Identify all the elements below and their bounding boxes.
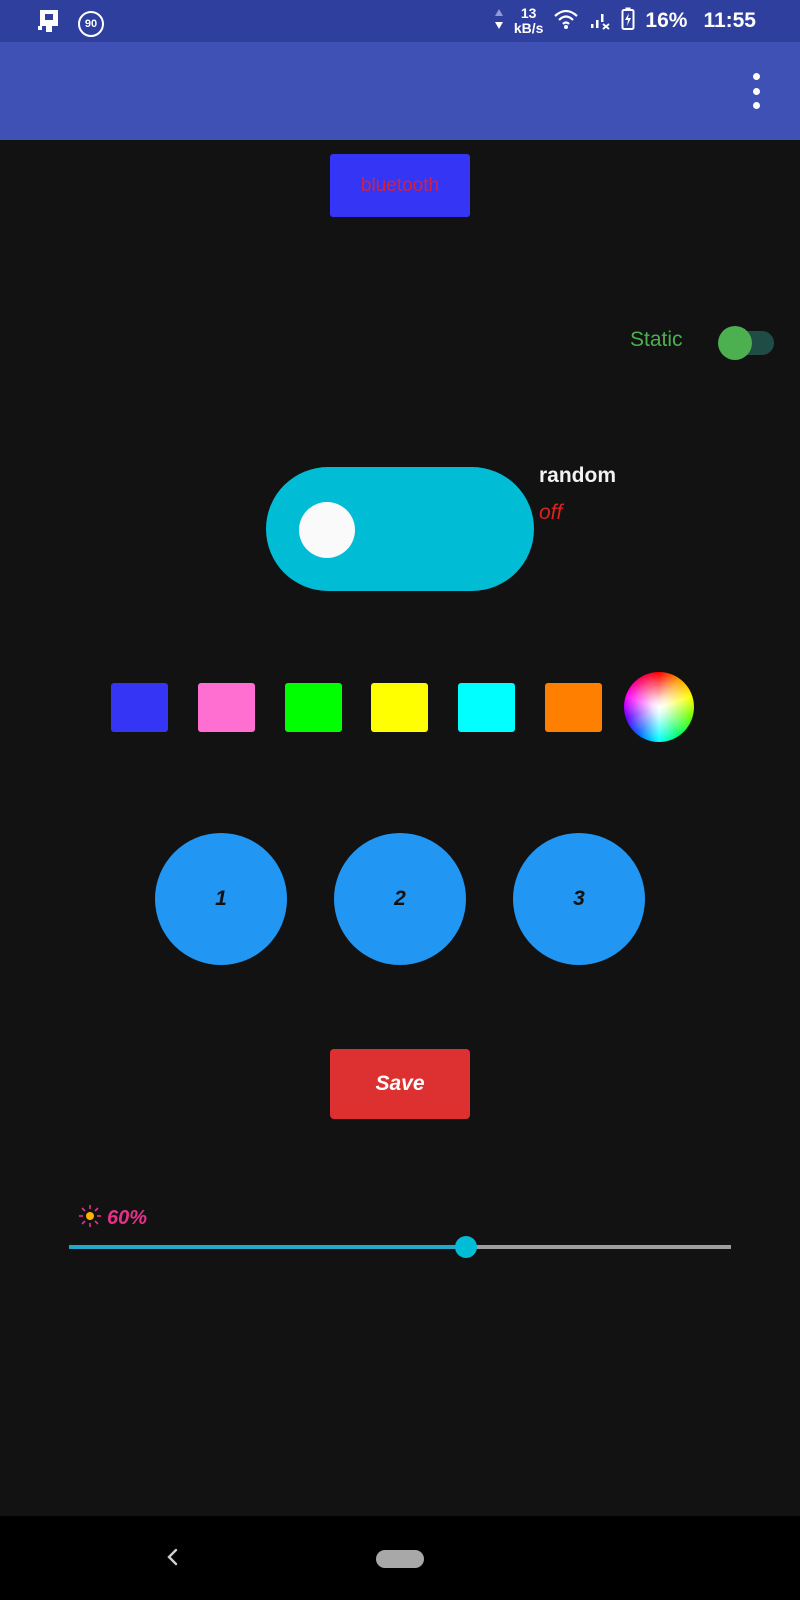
notification-badge-icon: 90	[78, 10, 104, 37]
network-speed-unit: kB/s	[513, 20, 544, 36]
wifi-icon	[553, 8, 579, 35]
random-toggle-knob	[299, 502, 355, 558]
brightness-indicator: 60%	[77, 1203, 147, 1234]
battery-charging-icon	[621, 7, 635, 36]
color-swatch-blue[interactable]	[111, 683, 168, 732]
network-speed-value: 13	[520, 5, 537, 21]
brightness-slider-fill	[69, 1245, 467, 1249]
home-pill[interactable]	[376, 1550, 424, 1568]
save-button[interactable]: Save	[330, 1049, 470, 1119]
screen: 90 13 kB/s 16% 11:55 bluetooth Static ra…	[0, 0, 800, 1600]
cell-signal-icon	[589, 8, 611, 35]
brightness-slider[interactable]	[69, 1235, 731, 1259]
status-bar: 90 13 kB/s 16% 11:55	[0, 0, 800, 42]
static-switch[interactable]	[718, 326, 776, 360]
brightness-sun-icon	[77, 1203, 103, 1234]
bluetooth-button[interactable]: bluetooth	[330, 154, 470, 217]
color-wheel-icon[interactable]	[624, 672, 694, 742]
brightness-slider-thumb[interactable]	[455, 1236, 478, 1258]
network-speed: 13 kB/s	[514, 6, 544, 36]
random-state: off	[539, 501, 563, 524]
color-swatch-yellow[interactable]	[371, 683, 428, 732]
clock: 11:55	[703, 9, 756, 32]
back-icon[interactable]	[160, 1542, 184, 1572]
app-bar	[0, 42, 800, 140]
preset-button-3[interactable]: 3	[513, 833, 645, 965]
color-swatch-cyan[interactable]	[458, 683, 515, 732]
overflow-menu-icon[interactable]	[750, 73, 762, 109]
preset-button-2[interactable]: 2	[334, 833, 466, 965]
color-swatch-pink[interactable]	[198, 683, 255, 732]
random-toggle[interactable]	[266, 467, 534, 591]
preset-button-1[interactable]: 1	[155, 833, 287, 965]
color-swatch-orange[interactable]	[545, 683, 602, 732]
static-switch-thumb	[718, 326, 752, 360]
data-arrows-icon	[494, 7, 504, 36]
sim-card-icon	[36, 8, 62, 39]
battery-percent: 16%	[645, 9, 688, 32]
navigation-bar	[0, 1516, 800, 1600]
static-switch-label: Static	[630, 328, 683, 351]
random-label: random	[539, 464, 617, 487]
brightness-value: 60%	[107, 1207, 148, 1229]
color-swatch-green[interactable]	[285, 683, 342, 732]
